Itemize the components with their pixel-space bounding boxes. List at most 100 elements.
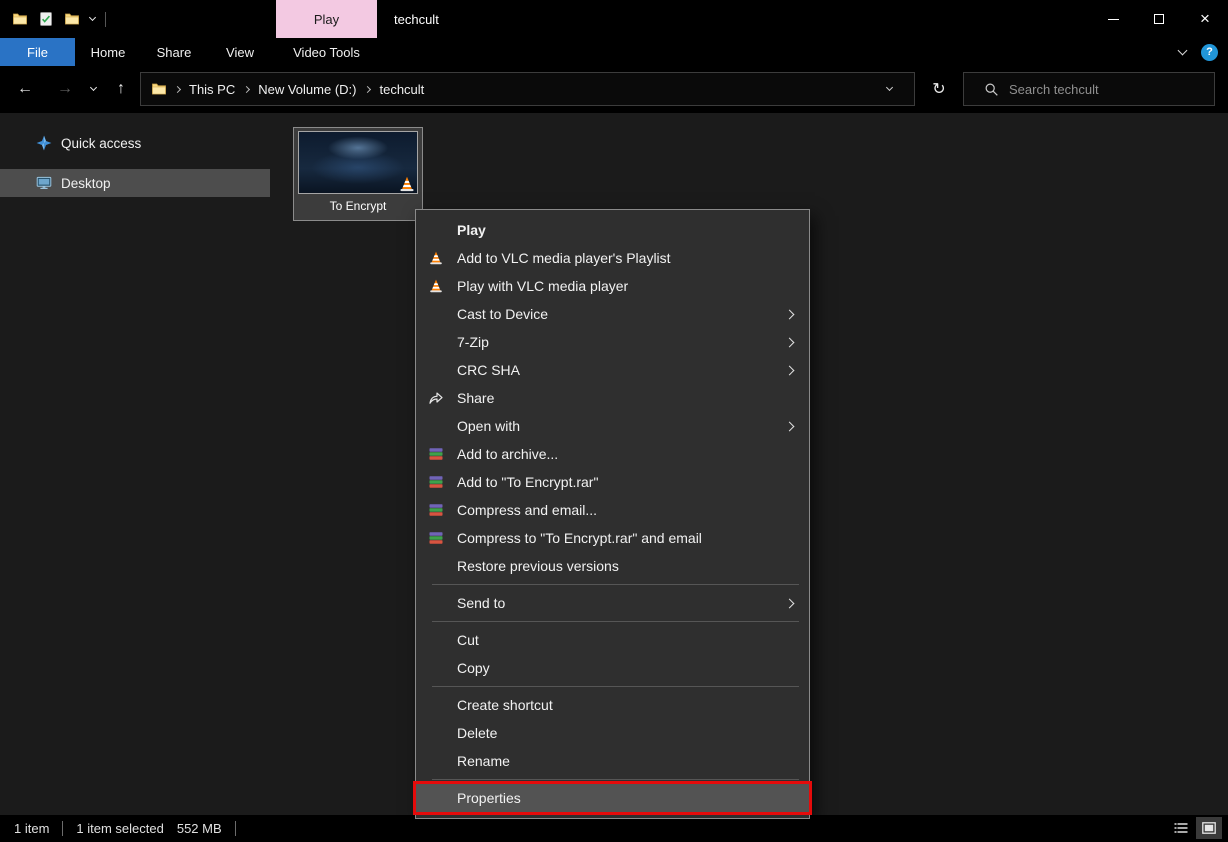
titlebar: Play techcult × [0, 0, 1228, 38]
menu-item-play-with-vlc-media-player[interactable]: Play with VLC media player [416, 272, 809, 300]
forward-button[interactable]: → [48, 72, 82, 106]
thumbnail-view-icon [1201, 820, 1217, 836]
checklist-icon[interactable] [38, 11, 54, 27]
menu-item-label: CRC SHA [457, 362, 520, 378]
sidebar-item-quick-access[interactable]: Quick access [0, 129, 270, 157]
breadcrumb-chevron-icon[interactable] [243, 85, 250, 92]
minimize-button[interactable] [1090, 0, 1136, 38]
menu-icon-placeholder [428, 753, 444, 769]
breadcrumb-chevron-icon[interactable] [174, 85, 181, 92]
file-tile-to-encrypt[interactable]: To Encrypt [293, 127, 423, 221]
menu-icon-placeholder [428, 660, 444, 676]
menu-item-play[interactable]: Play [416, 216, 809, 244]
winrar-icon [428, 530, 444, 546]
maximize-button[interactable] [1136, 0, 1182, 38]
menu-item-rename[interactable]: Rename [416, 747, 809, 775]
qat-customize-chevron-icon[interactable] [89, 14, 96, 21]
menu-item-copy[interactable]: Copy [416, 654, 809, 682]
breadcrumb-segment-this-pc[interactable]: This PC [189, 82, 235, 97]
menu-item-add-to-archive[interactable]: Add to archive... [416, 440, 809, 468]
back-button[interactable]: ← [8, 72, 42, 106]
menu-item-label: Compress and email... [457, 502, 597, 518]
menu-item-label: Delete [457, 725, 497, 741]
tab-video-tools[interactable]: Video Tools [276, 38, 377, 66]
star-icon [36, 135, 52, 151]
winrar-icon [428, 502, 444, 518]
submenu-chevron-icon [785, 365, 795, 375]
menu-item-crc-sha[interactable]: CRC SHA [416, 356, 809, 384]
vlc-cone-icon [398, 175, 416, 193]
menu-item-label: 7-Zip [457, 334, 489, 350]
menu-icon-placeholder [428, 418, 444, 434]
ribbon-collapse-chevron-icon[interactable] [1178, 46, 1188, 56]
close-button[interactable]: × [1182, 0, 1228, 38]
breadcrumb: This PC New Volume (D:) techcult [175, 82, 424, 97]
menu-separator [432, 621, 799, 622]
menu-item-cast-to-device[interactable]: Cast to Device [416, 300, 809, 328]
menu-item-label: Copy [457, 660, 490, 676]
monitor-icon [36, 175, 52, 191]
location-folder-icon [151, 81, 167, 97]
tab-share[interactable]: Share [141, 38, 207, 66]
menu-item-cut[interactable]: Cut [416, 626, 809, 654]
menu-icon-placeholder [428, 632, 444, 648]
menu-item-compress-to-to-encrypt-rar-and-email[interactable]: Compress to "To Encrypt.rar" and email [416, 524, 809, 552]
submenu-chevron-icon [785, 309, 795, 319]
address-dropdown-chevron-icon[interactable] [886, 84, 893, 91]
breadcrumb-segment-techcult[interactable]: techcult [379, 82, 424, 97]
search-input[interactable] [1009, 82, 1199, 97]
recent-locations-button[interactable] [82, 72, 104, 106]
folder-icon[interactable] [12, 11, 28, 27]
sidebar: Quick access Desktop [0, 113, 270, 815]
contextual-tab-group-header[interactable]: Play [276, 0, 377, 38]
menu-item-restore-previous-versions[interactable]: Restore previous versions [416, 552, 809, 580]
sidebar-item-label: Desktop [61, 176, 111, 191]
breadcrumb-chevron-icon[interactable] [364, 85, 371, 92]
breadcrumb-segment-new-volume-d[interactable]: New Volume (D:) [258, 82, 356, 97]
status-divider [62, 821, 63, 836]
menu-item-label: Create shortcut [457, 697, 553, 713]
file-name: To Encrypt [294, 194, 422, 218]
menu-item-label: Add to archive... [457, 446, 558, 462]
ribbon-right-controls: ? [1179, 38, 1218, 66]
selection-size: 552 MB [177, 821, 222, 836]
menu-item-create-shortcut[interactable]: Create shortcut [416, 691, 809, 719]
menu-item-label: Compress to "To Encrypt.rar" and email [457, 530, 702, 546]
thumbnail-view-button[interactable] [1196, 817, 1222, 839]
menu-item-compress-and-email[interactable]: Compress and email... [416, 496, 809, 524]
help-button[interactable]: ? [1201, 44, 1218, 61]
tab-home[interactable]: Home [75, 38, 141, 66]
share-icon [428, 390, 444, 406]
search-box[interactable] [963, 72, 1215, 106]
menu-item-label: Send to [457, 595, 505, 611]
ribbon-tab-row: FileHomeShareView Video Tools ? [0, 38, 1228, 66]
menu-item-label: Restore previous versions [457, 558, 619, 574]
menu-icon-placeholder [428, 558, 444, 574]
folder-icon[interactable] [64, 11, 80, 27]
menu-icon-placeholder [428, 222, 444, 238]
explorer-window: Play techcult × FileHomeShareView Video … [0, 0, 1228, 842]
menu-item-delete[interactable]: Delete [416, 719, 809, 747]
status-divider [235, 821, 236, 836]
search-icon [984, 82, 999, 97]
menu-icon-placeholder [428, 725, 444, 741]
tab-view[interactable]: View [207, 38, 273, 66]
address-bar[interactable]: This PC New Volume (D:) techcult [140, 72, 915, 106]
details-view-button[interactable] [1168, 817, 1194, 839]
menu-item-label: Cut [457, 632, 479, 648]
up-button[interactable]: ↑ [104, 72, 138, 106]
menu-item-open-with[interactable]: Open with [416, 412, 809, 440]
menu-item-7-zip[interactable]: 7-Zip [416, 328, 809, 356]
menu-item-send-to[interactable]: Send to [416, 589, 809, 617]
view-toggles [1168, 817, 1222, 839]
tab-file[interactable]: File [0, 38, 75, 66]
refresh-button[interactable]: ↻ [922, 72, 956, 106]
menu-icon-placeholder [428, 697, 444, 713]
menu-item-add-to-to-encrypt-rar[interactable]: Add to "To Encrypt.rar" [416, 468, 809, 496]
menu-item-properties[interactable]: Properties [416, 784, 809, 812]
menu-item-share[interactable]: Share [416, 384, 809, 412]
sidebar-item-desktop[interactable]: Desktop [0, 169, 270, 197]
menu-icon-placeholder [428, 334, 444, 350]
vlc-cone-icon [428, 250, 444, 266]
menu-item-add-to-vlc-media-player-s-playlist[interactable]: Add to VLC media player's Playlist [416, 244, 809, 272]
